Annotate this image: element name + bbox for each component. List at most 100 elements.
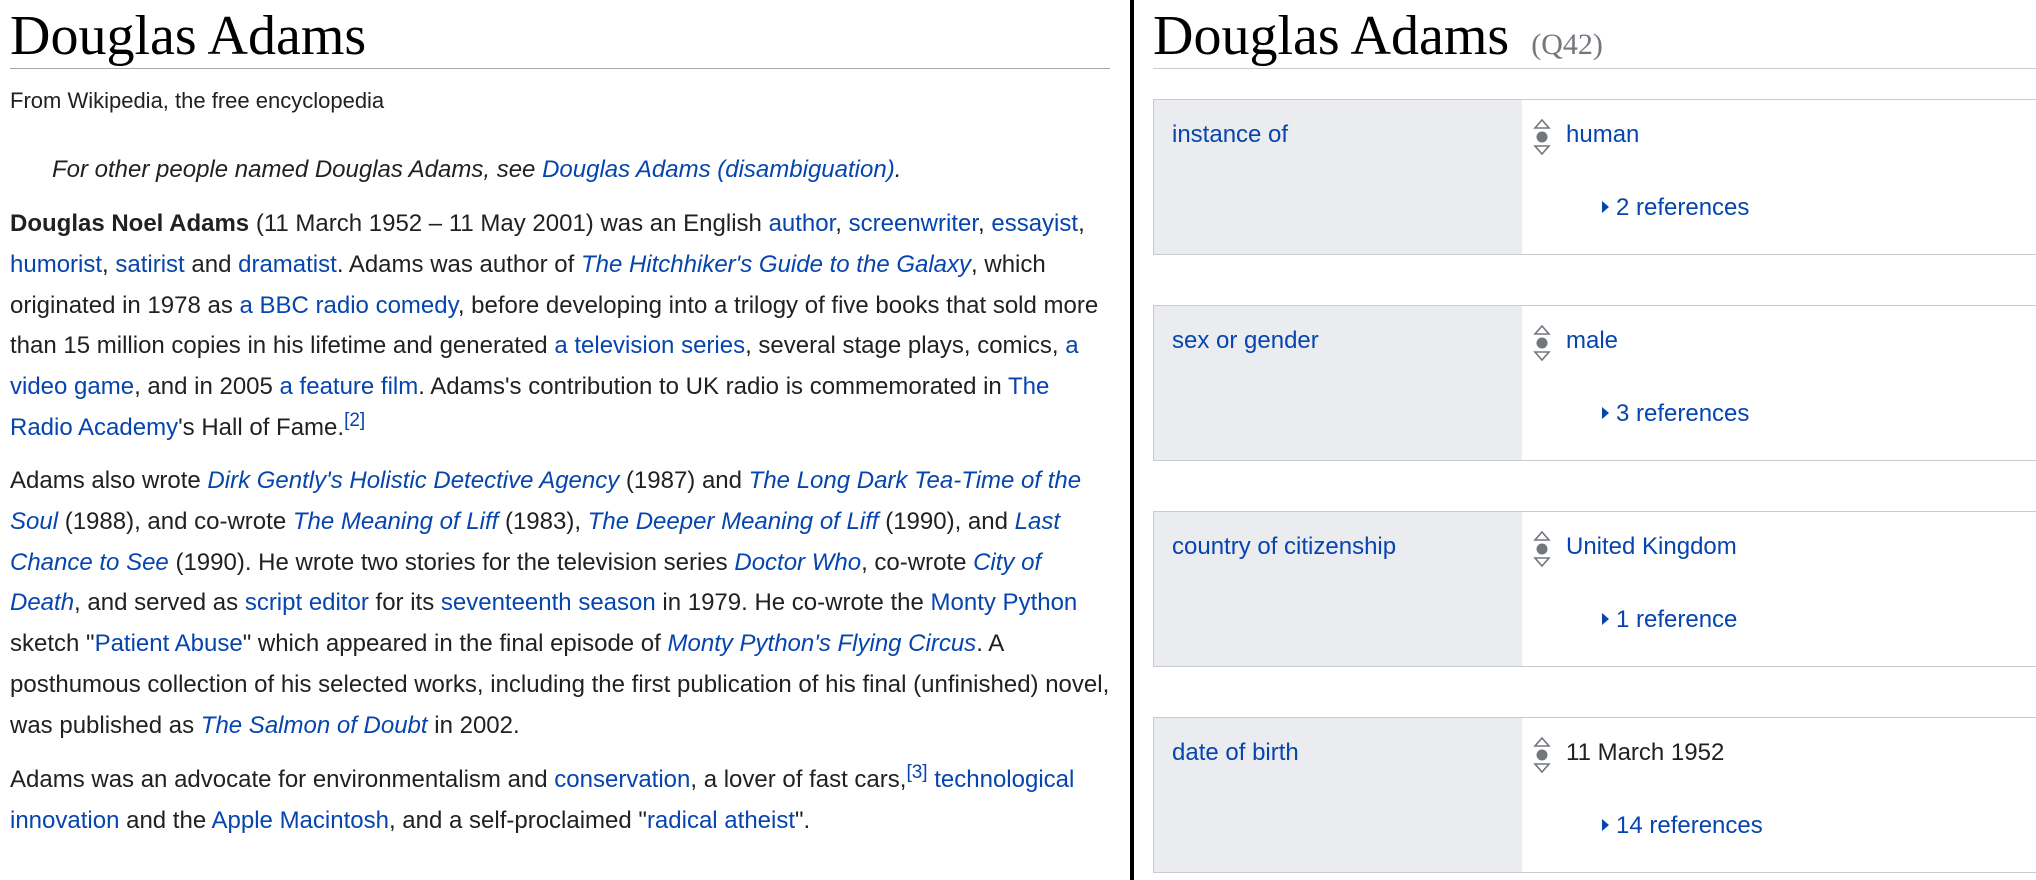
link-radical-atheist[interactable]: radical atheist	[647, 807, 795, 834]
text: ".	[795, 806, 811, 834]
link-patient-abuse[interactable]: Patient Abuse	[95, 630, 243, 657]
statement-date-of-birth: date of birth 11 March 1952 14 reference…	[1153, 717, 2036, 873]
link-conservation[interactable]: conservation	[554, 766, 690, 793]
hatnote: For other people named Douglas Adams, se…	[52, 154, 901, 186]
references-toggle[interactable]: 2 references	[1602, 193, 1749, 223]
link-seventeenth-season[interactable]: seventeenth season	[441, 589, 656, 616]
wikidata-pane: Douglas Adams (Q42) instance of human 2 r…	[1134, 0, 2036, 880]
link-satirist[interactable]: satirist	[115, 251, 184, 278]
text: ,	[978, 210, 992, 237]
references-toggle[interactable]: 1 reference	[1602, 605, 1737, 635]
rank-normal-icon[interactable]	[1532, 530, 1552, 568]
text: (1987) and	[619, 467, 749, 494]
text: . Adams was author of	[336, 250, 581, 278]
reference-2[interactable]: [2]	[344, 410, 365, 431]
text: ,	[835, 210, 849, 237]
text: , co-wrote	[861, 548, 974, 576]
intro-paragraph-2: Adams also wrote Dirk Gently's Holistic …	[10, 461, 1115, 747]
link-dramatist[interactable]: dramatist	[238, 251, 337, 278]
disambiguation-link[interactable]: Douglas Adams (disambiguation)	[542, 156, 895, 183]
link-doctor-who[interactable]: Doctor Who	[734, 549, 861, 576]
rank-normal-icon[interactable]	[1532, 324, 1552, 362]
link-author[interactable]: author	[769, 210, 836, 237]
reference-3[interactable]: [3]	[906, 762, 927, 783]
text: , a lover of fast cars,	[690, 766, 907, 793]
text: (11 March 1952 – 11 May 2001) was an Eng…	[249, 210, 769, 237]
rank-normal-icon[interactable]	[1532, 118, 1552, 156]
text: Adams was an advocate for environmentali…	[10, 766, 555, 793]
link-deeper-meaning-of-liff[interactable]: The Deeper Meaning of Liff	[588, 508, 879, 535]
link-apple-macintosh[interactable]: Apple Macintosh	[212, 807, 389, 834]
statement-value[interactable]: human	[1566, 120, 1639, 150]
triangle-right-icon	[1602, 613, 1609, 625]
text: sketch "	[10, 630, 95, 658]
property-link[interactable]: country of citizenship	[1172, 532, 1396, 562]
references-count: 1 reference	[1616, 606, 1738, 633]
item-label: Douglas Adams	[1153, 5, 1510, 67]
hatnote-prefix: For other people named Douglas Adams, se…	[52, 156, 543, 183]
link-text: The Hitchhiker's Guide to the Galaxy	[580, 250, 972, 278]
text: , and a self-proclaimed "	[388, 806, 647, 834]
link-bbc-radio-comedy[interactable]: a BBC radio comedy	[240, 292, 458, 319]
link-salmon-of-doubt[interactable]: The Salmon of Doubt	[201, 712, 428, 739]
references-toggle[interactable]: 14 references	[1602, 811, 1763, 841]
intro-paragraph-1: Douglas Noel Adams (11 March 1952 – 11 M…	[10, 204, 1115, 449]
link-screenwriter[interactable]: screenwriter	[849, 210, 978, 237]
rank-normal-icon[interactable]	[1532, 736, 1552, 774]
link-television-series[interactable]: a television series	[554, 332, 745, 359]
statement-value: 11 March 1952	[1566, 739, 1725, 766]
link-meaning-of-liff[interactable]: The Meaning of Liff	[293, 508, 498, 535]
link-essayist[interactable]: essayist	[991, 210, 1078, 237]
wikipedia-pane: Douglas Adams From Wikipedia, the free e…	[0, 0, 1128, 880]
link-feature-film[interactable]: a feature film	[280, 373, 419, 400]
link-text: Doctor Who	[734, 548, 862, 576]
triangle-right-icon	[1602, 407, 1609, 419]
text: 's Hall of Fame.	[178, 413, 345, 441]
text: (1990), and	[878, 507, 1015, 535]
property-link[interactable]: instance of	[1172, 120, 1288, 150]
property-cell: date of birth	[1154, 718, 1522, 872]
text: , and in 2005	[134, 373, 280, 401]
text: (1988), and co-wrote	[58, 507, 293, 535]
link-flying-circus[interactable]: Monty Python's Flying Circus	[668, 630, 977, 657]
text: for its	[368, 589, 441, 617]
item-heading: Douglas Adams (Q42)	[1153, 0, 2036, 69]
statement-value[interactable]: male	[1566, 326, 1618, 356]
property-cell: instance of	[1154, 100, 1522, 254]
link-monty-python[interactable]: Monty Python	[931, 589, 1078, 616]
references-count: 14 references	[1616, 812, 1763, 839]
property-cell: country of citizenship	[1154, 512, 1522, 666]
statement-country-of-citizenship: country of citizenship United Kingdom 1 …	[1153, 511, 2036, 667]
triangle-right-icon	[1602, 201, 1609, 213]
link-text: The Salmon of Doubt	[200, 711, 428, 739]
intro-paragraph-3: Adams was an advocate for environmentali…	[10, 760, 1115, 842]
property-link[interactable]: date of birth	[1172, 738, 1299, 768]
link-humorist[interactable]: humorist	[10, 251, 102, 278]
statement-sex-or-gender: sex or gender male 3 references	[1153, 305, 2036, 461]
link-text: Dirk Gently's Holistic Detective Agency	[207, 467, 620, 494]
link-hitchhikers-guide[interactable]: The Hitchhiker's Guide to the Galaxy	[581, 251, 971, 278]
property-link[interactable]: sex or gender	[1172, 326, 1319, 356]
triangle-right-icon	[1602, 819, 1609, 831]
text: (1990). He wrote two stories for the tel…	[168, 548, 735, 576]
text: , and served as	[74, 589, 245, 617]
hatnote-suffix: .	[894, 156, 902, 183]
text: in 1979. He co-wrote the	[655, 589, 931, 617]
link-dirk-gently[interactable]: Dirk Gently's Holistic Detective Agency	[207, 467, 619, 494]
text: ,	[1078, 210, 1085, 237]
item-id: (Q42)	[1531, 28, 1603, 61]
text: . Adams's contribution to UK radio is co…	[418, 373, 1008, 401]
link-script-editor[interactable]: script editor	[245, 589, 369, 616]
references-toggle[interactable]: 3 references	[1602, 399, 1749, 429]
subject-name: Douglas Noel Adams	[10, 210, 250, 237]
references-count: 3 references	[1616, 400, 1750, 427]
statement-value[interactable]: United Kingdom	[1566, 532, 1737, 562]
text: , several stage plays, comics,	[745, 332, 1066, 360]
text: (1983),	[498, 507, 588, 535]
references-count: 2 references	[1616, 194, 1750, 221]
text: in 2002.	[427, 711, 520, 739]
text: " which appeared in the final episode of	[242, 630, 668, 658]
link-text: The Deeper Meaning of Liff	[587, 507, 879, 535]
text: and	[184, 250, 239, 278]
link-text: Monty Python's Flying Circus	[667, 630, 977, 658]
